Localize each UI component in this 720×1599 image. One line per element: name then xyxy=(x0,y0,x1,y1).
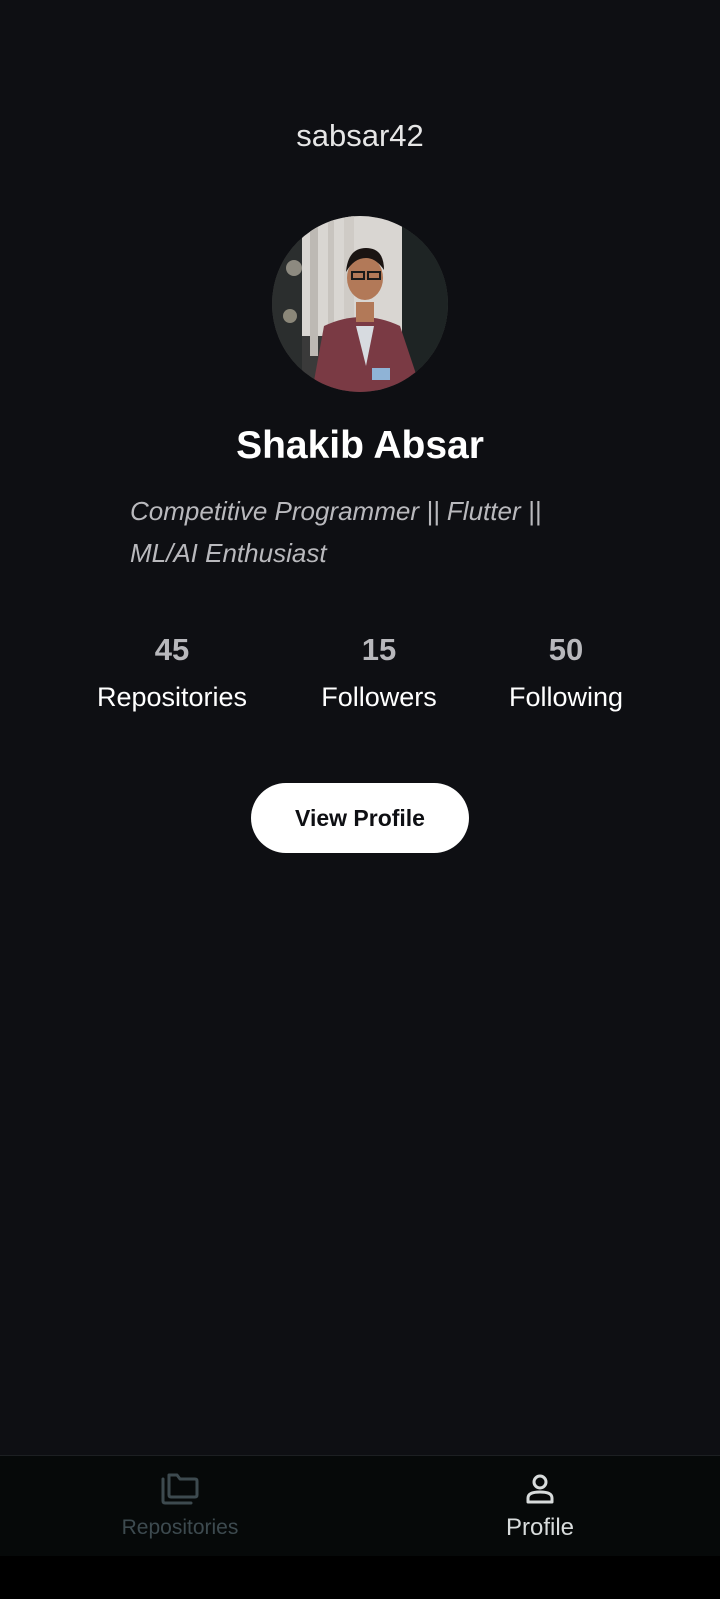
stat-following[interactable]: 50 Following xyxy=(496,628,636,713)
stat-followers-label: Followers xyxy=(321,682,437,712)
stat-repositories-value: 45 xyxy=(154,632,190,667)
avatar xyxy=(272,216,448,392)
stat-following-value: 50 xyxy=(548,632,584,667)
bottom-navigation: Repositories Profile xyxy=(0,1455,720,1556)
profile-screen: sabsar42 Shakib Absar Competitive Progra… xyxy=(0,0,720,1599)
avatar-photo xyxy=(272,216,448,392)
nav-item-profile[interactable]: Profile xyxy=(360,1456,720,1556)
full-name: Shakib Absar xyxy=(236,424,484,467)
stat-followers-value: 15 xyxy=(361,632,397,667)
person-icon xyxy=(523,1470,557,1508)
bio-text: Competitive Programmer || Flutter || ML/… xyxy=(130,496,542,568)
username-title: sabsar42 xyxy=(296,118,424,153)
stat-following-label: Following xyxy=(508,682,624,712)
stat-repositories-label: Repositories xyxy=(96,682,248,712)
stat-repositories[interactable]: 45 Repositories xyxy=(86,628,258,713)
folders-icon xyxy=(159,1470,201,1508)
view-profile-button[interactable]: View Profile xyxy=(251,783,469,853)
stat-followers[interactable]: 15 Followers xyxy=(306,628,452,713)
system-navigation-bar xyxy=(0,1556,720,1599)
nav-item-repositories[interactable]: Repositories xyxy=(0,1456,360,1556)
nav-label-repositories: Repositories xyxy=(121,1516,239,1539)
nav-label-profile: Profile xyxy=(505,1514,575,1541)
